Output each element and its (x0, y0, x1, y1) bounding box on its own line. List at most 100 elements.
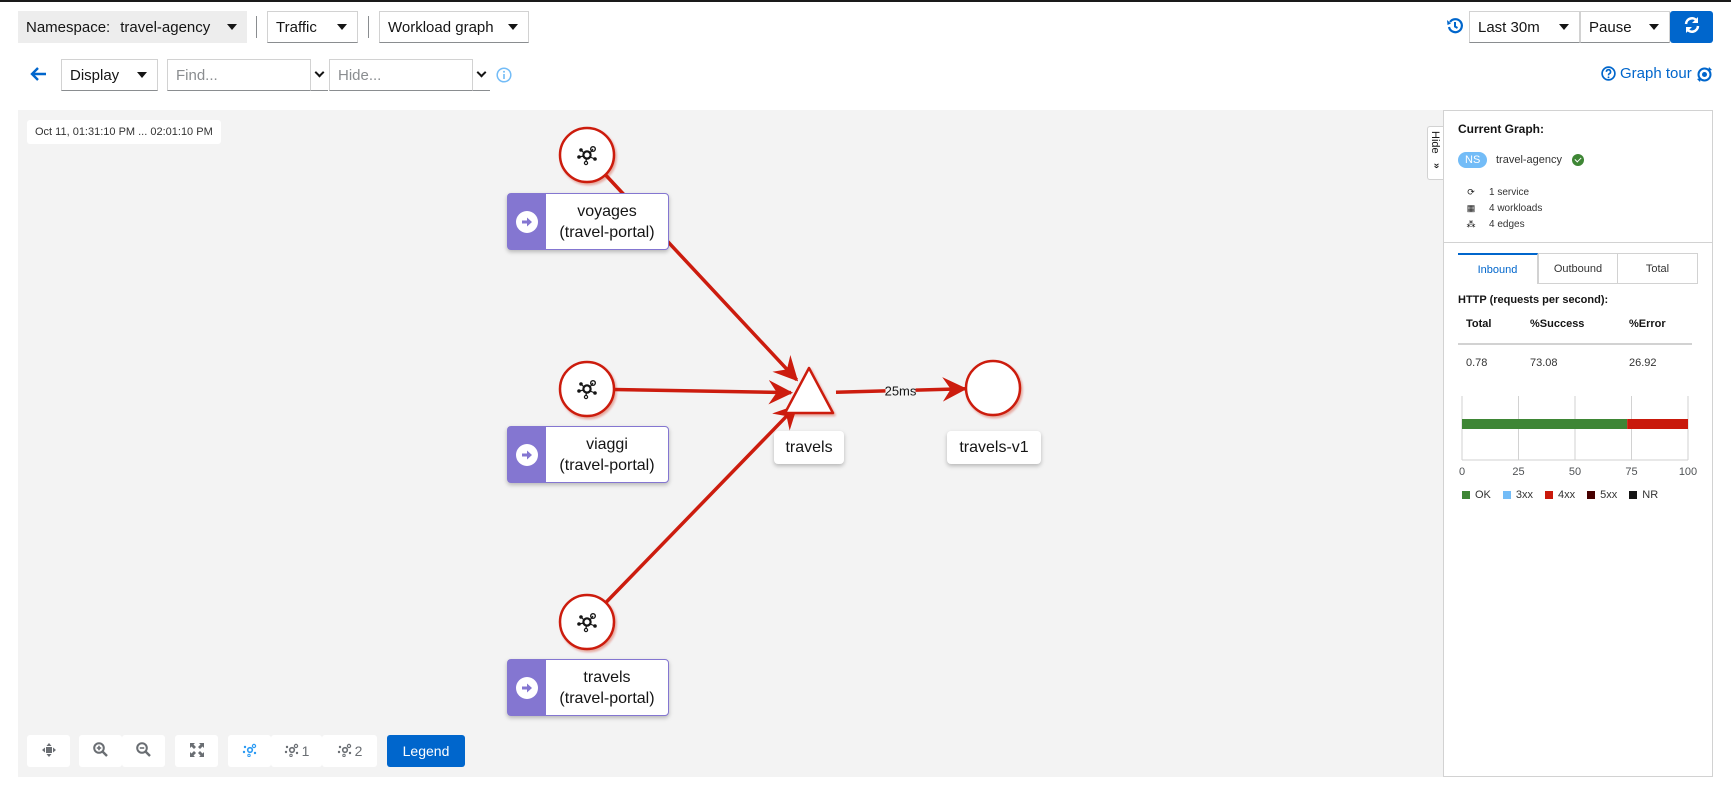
legend-label: NR (1642, 489, 1659, 501)
expand-icon (189, 742, 204, 760)
legend-label: 3xx (1515, 489, 1534, 501)
node-name: travels (785, 439, 833, 456)
legend-button[interactable]: Legend (387, 735, 465, 767)
workload-node-shape (558, 593, 616, 651)
bar-segment-ok[interactable] (1462, 419, 1628, 429)
hide-panel-tab[interactable]: Hide » (1427, 126, 1443, 180)
chevron-down-icon (314, 67, 325, 78)
history-icon[interactable] (1446, 17, 1464, 35)
find-input[interactable] (168, 60, 310, 90)
namespace-name[interactable]: travel-agency (1496, 154, 1562, 166)
find-field[interactable] (167, 59, 311, 91)
pan-button[interactable] (27, 735, 70, 767)
legend-label: 5xx (1600, 489, 1618, 501)
workload-badge (508, 427, 546, 482)
node-namespace: (travel-portal) (559, 223, 655, 241)
node-namespace: (travel-portal) (559, 689, 655, 707)
namespace-dropdown[interactable]: Namespace: travel-agency (18, 11, 247, 43)
graph-canvas[interactable]: Oct 11, 01:31:10 PM ... 02:01:10 PM 25ms… (18, 110, 1443, 777)
refresh-button[interactable] (1670, 11, 1713, 43)
traffic-label: Traffic (276, 18, 317, 36)
info-icon[interactable] (496, 67, 512, 83)
replay-icon[interactable] (1696, 66, 1713, 83)
node-label-travels-v1[interactable]: travels-v1 (947, 431, 1041, 464)
caret-down-icon (227, 24, 237, 30)
legend-label: 4xx (1558, 489, 1576, 501)
zoom-in-button[interactable] (79, 735, 122, 767)
node-travels-v1[interactable] (964, 359, 1022, 417)
divider (368, 16, 369, 38)
refresh-interval-dropdown[interactable]: Pause (1580, 11, 1670, 43)
stat-services: ⟳ 1 service (1467, 187, 1530, 198)
hide-options-toggle[interactable] (473, 59, 490, 91)
legend-swatch (1502, 491, 1511, 499)
divider (256, 16, 257, 38)
node-name: travels (583, 668, 631, 686)
time-range-dropdown[interactable]: Last 30m (1469, 11, 1580, 43)
node-label-travels-service[interactable]: travels (774, 431, 844, 464)
find-options-toggle[interactable] (311, 59, 328, 91)
graph-type-dropdown[interactable]: Workload graph (379, 11, 529, 43)
graph-tour-link[interactable]: Graph tour (1601, 65, 1692, 82)
arrow-right-icon (516, 210, 538, 233)
double-chevron-right-icon: » (1431, 163, 1442, 169)
col-header-success: %Success (1530, 318, 1585, 330)
node-name: voyages (577, 202, 637, 220)
legend-item-4xx: 4xx (1545, 489, 1575, 501)
tab-total[interactable]: Total (1618, 253, 1698, 284)
http-title: HTTP (requests per second): (1458, 294, 1609, 306)
time-range-label: Last 30m (1478, 18, 1540, 36)
node-label-voyages[interactable]: voyages (travel-portal) (507, 193, 669, 250)
edge-viaggi-to-travels-svc[interactable] (613, 380, 794, 405)
layout-1-badge: 1 (301, 743, 310, 759)
back-arrow-icon[interactable] (30, 66, 48, 82)
graph-type-label: Workload graph (388, 18, 494, 36)
cell-error: 26.92 (1629, 357, 1657, 369)
node-label-travels-portal[interactable]: travels (travel-portal) (507, 659, 669, 716)
node-viaggi[interactable] (558, 360, 616, 418)
workload-node-shape (964, 359, 1022, 417)
x-tick-label: 100 (1679, 466, 1697, 478)
workloads-icon: ▦ (1466, 203, 1476, 213)
legend-item-ok: OK (1462, 489, 1491, 501)
tab-outbound[interactable]: Outbound (1538, 253, 1618, 284)
node-name: viaggi (586, 435, 628, 453)
node-travels-portal[interactable] (558, 593, 616, 651)
namespace-value: travel-agency (120, 18, 211, 36)
hide-field[interactable] (329, 59, 473, 91)
layout-2-button[interactable]: 2 (322, 735, 377, 767)
fit-to-screen-button[interactable] (175, 735, 218, 767)
workload-badge (508, 194, 546, 249)
tab-inbound[interactable]: Inbound (1458, 253, 1538, 284)
check-circle-icon (1572, 154, 1584, 166)
traffic-tabs: Inbound Outbound Total (1458, 253, 1698, 284)
caret-down-icon (1649, 24, 1659, 30)
legend-item-3xx: 3xx (1502, 489, 1534, 501)
workload-node-shape (558, 126, 616, 184)
traffic-dropdown[interactable]: Traffic (267, 11, 358, 43)
sync-icon (1683, 16, 1701, 39)
node-label-viaggi[interactable]: viaggi (travel-portal) (507, 426, 669, 483)
node-voyages[interactable] (558, 126, 616, 184)
stat-edges: ⁂ 4 edges (1466, 219, 1525, 230)
cell-success: 73.08 (1530, 357, 1558, 369)
legend-swatch (1462, 491, 1470, 499)
legend-label: OK (1475, 489, 1491, 501)
display-dropdown[interactable]: Display (61, 59, 158, 91)
caret-down-icon (1559, 24, 1569, 30)
zoom-out-button[interactable] (122, 735, 165, 767)
chart-legend: OK 3xx 4xx 5xx NR (1462, 489, 1670, 501)
http-status-chart: 0 25 50 75 100 (1459, 396, 1697, 478)
layout-default-button[interactable] (228, 735, 271, 767)
hide-input[interactable] (330, 60, 472, 90)
bar-segment-4xx[interactable] (1627, 419, 1688, 429)
refresh-interval-label: Pause (1589, 18, 1632, 36)
summary-panel: Current Graph: NS travel-agency ⟳ 1 serv… (1443, 110, 1713, 777)
legend-swatch (1629, 491, 1638, 499)
layout-1-button[interactable]: 1 (271, 735, 322, 767)
divider (1444, 242, 1712, 243)
display-label: Display (70, 66, 120, 84)
table-rule (1458, 343, 1692, 345)
caret-down-icon (337, 24, 347, 30)
node-namespace: (travel-portal) (559, 456, 655, 474)
